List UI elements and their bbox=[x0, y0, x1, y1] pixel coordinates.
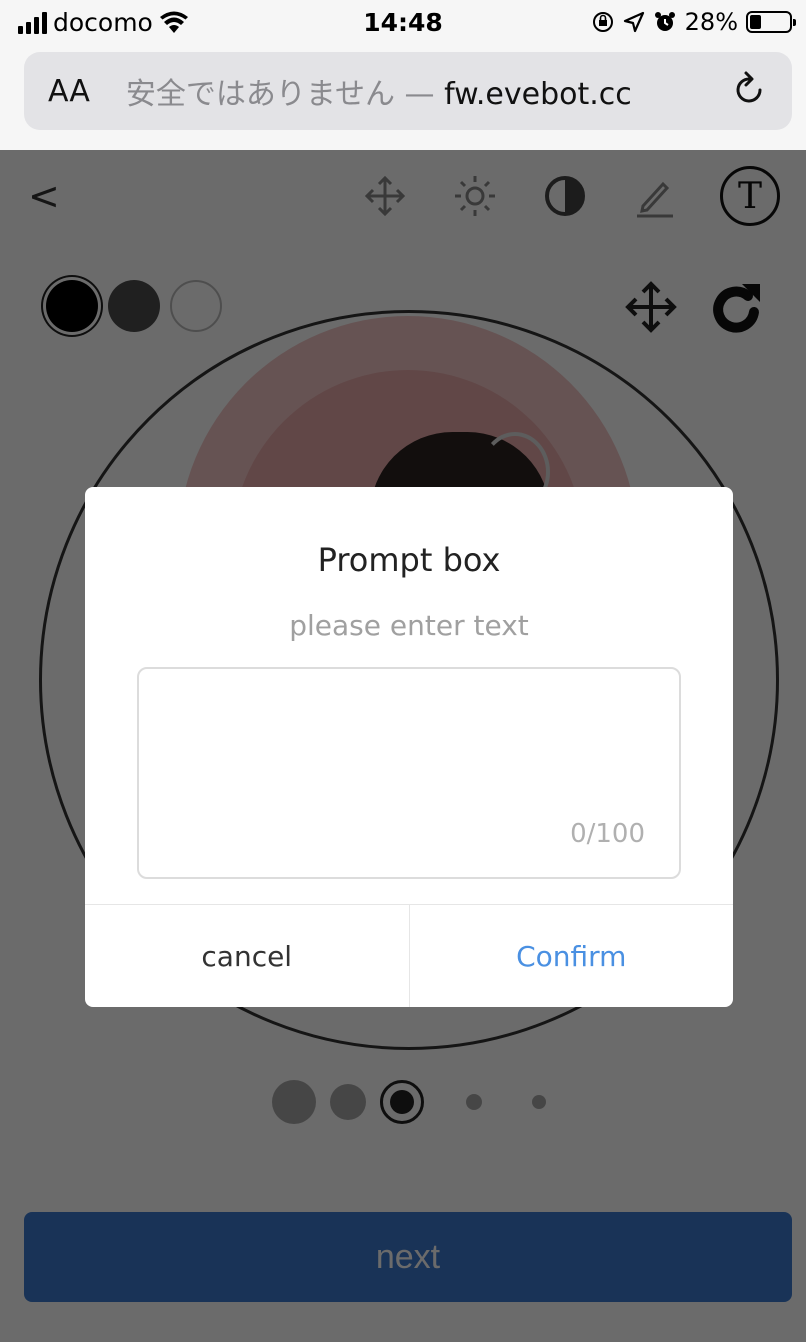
url-display[interactable]: 安全ではありません — fw.evebot.cc bbox=[126, 69, 632, 113]
dialog-title: Prompt box bbox=[317, 541, 501, 579]
dialog-actions: cancel Confirm bbox=[85, 904, 733, 1007]
cancel-button[interactable]: cancel bbox=[85, 905, 410, 1007]
reader-settings-button[interactable]: AA bbox=[48, 74, 90, 109]
reload-icon[interactable] bbox=[730, 68, 770, 112]
url-security-prefix: 安全ではありません — bbox=[125, 77, 445, 112]
status-right: 28% bbox=[591, 8, 796, 36]
orientation-lock-icon bbox=[592, 12, 613, 32]
prompt-dialog: Prompt box please enter text 0/100 cance… bbox=[85, 487, 733, 1007]
text-input-box: 0/100 bbox=[137, 667, 681, 879]
alarm-icon bbox=[654, 12, 675, 31]
battery-fill bbox=[750, 15, 761, 29]
url-domain: fw.evebot.cc bbox=[444, 77, 632, 112]
browser-chrome: AA 安全ではありません — fw.evebot.cc bbox=[0, 44, 806, 150]
battery-percent: 28% bbox=[684, 8, 738, 36]
battery-icon bbox=[746, 11, 796, 33]
status-bar: docomo 14:48 28% bbox=[0, 0, 806, 44]
confirm-button[interactable]: Confirm bbox=[410, 905, 734, 1007]
dialog-subtitle: please enter text bbox=[289, 609, 529, 642]
address-bar[interactable]: AA 安全ではありません — fw.evebot.cc bbox=[24, 52, 792, 130]
location-icon bbox=[623, 11, 644, 33]
char-counter: 0/100 bbox=[570, 819, 645, 849]
